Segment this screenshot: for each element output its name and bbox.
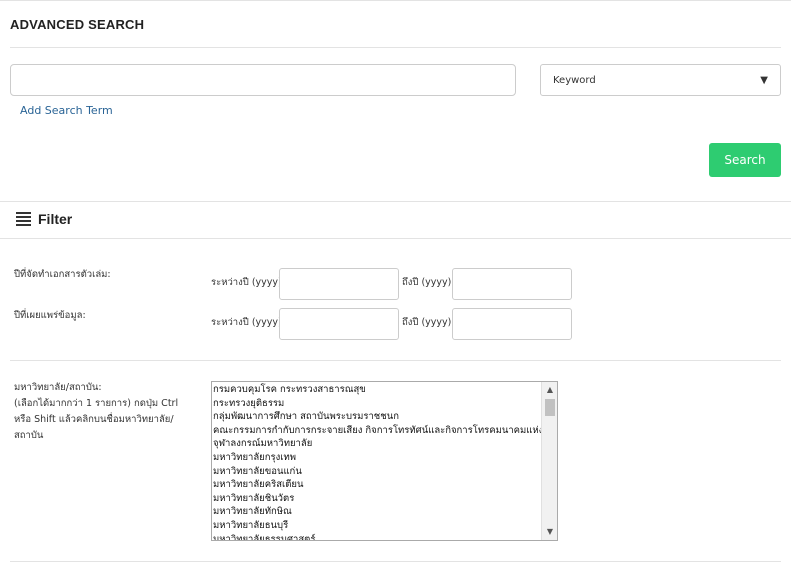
search-input[interactable] (10, 64, 516, 96)
search-button[interactable]: Search (709, 143, 781, 177)
university-option[interactable]: มหาวิทยาลัยขอนแก่น (213, 465, 542, 479)
filter-title: Filter (38, 211, 73, 227)
hamburger-icon (16, 212, 31, 226)
university-label-line: (เลือกได้มากกว่า 1 รายการ) กดปุ่ม Ctrl (14, 398, 179, 409)
university-option[interactable]: มหาวิทยาลัยทักษิณ (213, 505, 542, 519)
university-listbox[interactable]: กรมควบคุมโรค กระทรวงสาธารณสุข กระทรวงยุต… (211, 381, 558, 541)
university-option[interactable]: กรมควบคุมโรค กระทรวงสาธารณสุข (213, 383, 542, 397)
search-field-select[interactable]: Keyword ▼ (540, 64, 781, 96)
caret-down-icon: ▼ (760, 74, 768, 86)
filter-top-divider (0, 201, 791, 202)
page-title: ADVANCED SEARCH (10, 17, 145, 32)
university-option[interactable]: กลุ่มพัฒนาการศึกษา สถาบันพระบรมราชชนก (213, 410, 542, 424)
top-divider (0, 0, 791, 1)
university-option[interactable]: มหาวิทยาลัยธนบุรี (213, 519, 542, 533)
rows-divider (10, 360, 781, 361)
title-divider (10, 47, 781, 48)
publish-year-to-label: ถึงปี (yyyy) (402, 317, 452, 328)
publish-year-to-input[interactable] (452, 308, 572, 340)
university-option[interactable]: คณะกรรมการกำกับการกระจายเสียง กิจการโทรท… (213, 424, 542, 438)
university-label: มหาวิทยาลัย/สถาบัน: (เลือกได้มากกว่า 1 ร… (14, 380, 178, 444)
university-label-line: มหาวิทยาลัย/สถาบัน: (14, 382, 102, 393)
doc-year-to-label: ถึงปี (yyyy) (402, 277, 452, 288)
add-search-term-link[interactable]: Add Search Term (20, 104, 113, 117)
university-option[interactable]: จุฬาลงกรณ์มหาวิทยาลัย (213, 437, 542, 451)
publish-year-label: ปีที่เผยแพร่ข้อมูล: (14, 310, 86, 321)
listbox-scrollbar[interactable]: ▲ ▼ (541, 382, 557, 540)
bottom-divider (10, 561, 781, 562)
filter-bottom-divider (0, 238, 791, 239)
filter-header: Filter (16, 211, 72, 227)
search-field-value: Keyword (553, 74, 596, 86)
doc-year-from-label: ระหว่างปี (yyyy) (211, 277, 282, 288)
publish-year-from-label: ระหว่างปี (yyyy) (211, 317, 282, 328)
scroll-down-icon[interactable]: ▼ (542, 524, 557, 540)
scroll-thumb[interactable] (545, 399, 555, 416)
university-option[interactable]: มหาวิทยาลัยกรุงเทพ (213, 451, 542, 465)
doc-year-from-input[interactable] (279, 268, 399, 300)
doc-year-label: ปีที่จัดทำเอกสารตัวเล่ม: (14, 269, 111, 280)
doc-year-to-input[interactable] (452, 268, 572, 300)
university-label-line: หรือ Shift แล้วคลิกบนชื่อมหาวิทยาลัย/ (14, 414, 174, 425)
university-option[interactable]: มหาวิทยาลัยชินวัตร (213, 492, 542, 506)
university-option[interactable]: กระทรวงยุติธรรม (213, 397, 542, 411)
publish-year-from-input[interactable] (279, 308, 399, 340)
university-option[interactable]: มหาวิทยาลัยธรรมศาสตร์ (213, 533, 542, 540)
university-label-line: สถาบัน (14, 430, 44, 441)
university-option[interactable]: มหาวิทยาลัยคริสเตียน (213, 478, 542, 492)
scroll-up-icon[interactable]: ▲ (542, 382, 557, 398)
